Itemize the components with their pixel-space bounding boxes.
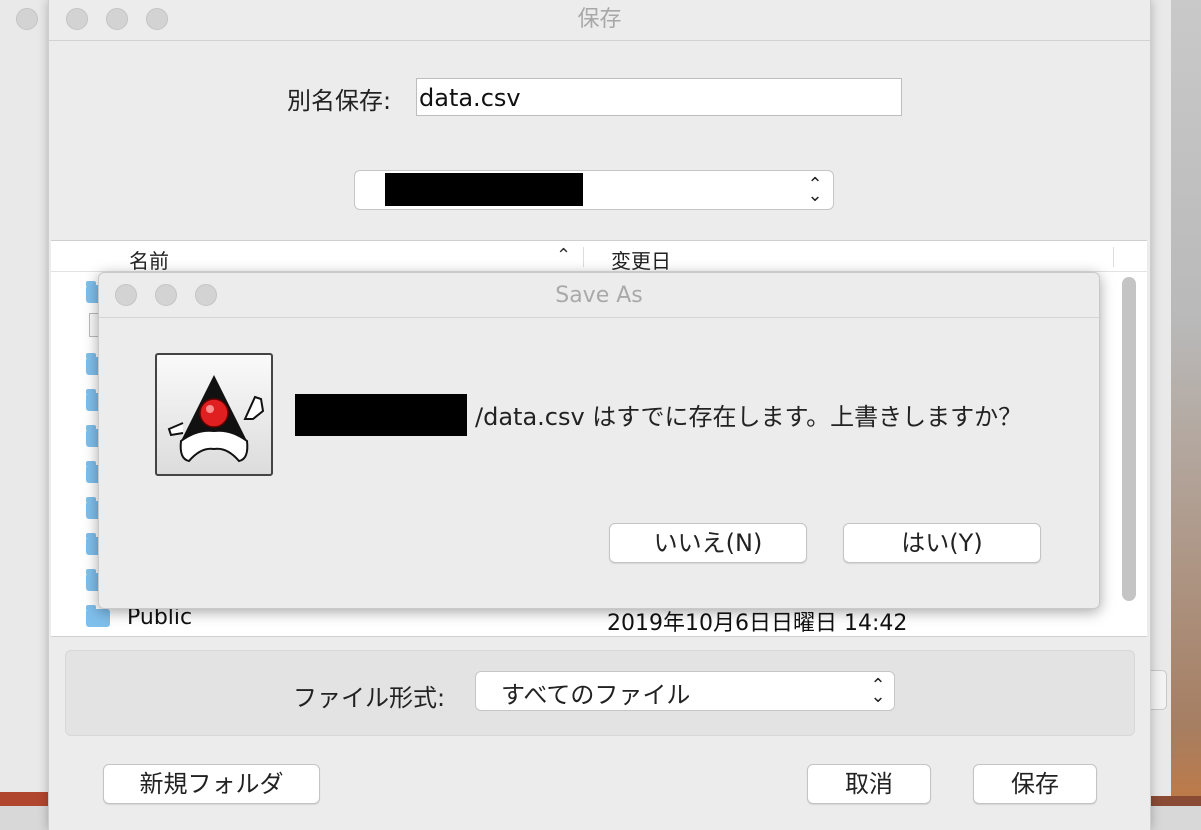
overwrite-confirm-dialog: Save As /data.csv はすでに存在します。上書きしますか？ いいえ… [98,272,1100,609]
file-format-popup[interactable]: すべてのファイル ⌃ ⌄ [475,671,895,711]
dialog-minimize-button[interactable] [155,284,177,306]
list-item-modified: 2019年10月6日日曜日 14:42 [607,611,908,636]
dialog-titlebar: Save As [99,273,1099,318]
save-panel-title: 保存 [577,7,622,32]
up-down-chevron-icon: ⌃ ⌄ [870,675,886,707]
dialog-title: Save As [555,283,643,308]
dialog-close-button[interactable] [115,284,137,306]
column-modified-header[interactable]: 変更日 [611,245,671,274]
background-window-close-button[interactable] [16,8,38,30]
public-folder-icon [86,605,110,627]
close-button[interactable] [66,8,88,30]
java-duke-icon [155,353,273,476]
yes-button[interactable]: はい(Y) [843,523,1041,563]
redacted-location [385,173,583,206]
column-divider [1113,247,1114,267]
cancel-button[interactable]: 取消 [807,764,931,804]
location-popup[interactable]: ⌃ ⌄ [354,170,834,210]
new-folder-button[interactable]: 新規フォルダ [103,764,320,804]
column-divider [583,247,584,267]
minimize-button[interactable] [106,8,128,30]
save-panel-titlebar: 保存 [49,0,1150,41]
filename-input[interactable] [416,78,902,116]
save-as-row: 別名保存: [49,78,1150,118]
redacted-path [295,394,467,436]
chevron-up-icon: ⌃ [556,245,572,266]
column-header: 名前 ⌃ 変更日 [51,241,1147,274]
dialog-zoom-button[interactable] [195,284,217,306]
zoom-button[interactable] [146,8,168,30]
file-format-label: ファイル形式: [293,684,446,712]
desktop-corner-left [0,792,48,806]
save-as-label: 別名保存: [287,87,392,115]
column-name-header[interactable]: 名前 [129,245,169,274]
file-format-group: ファイル形式: すべてのファイル ⌃ ⌄ [65,650,1135,736]
save-button[interactable]: 保存 [973,764,1097,804]
desktop-corner-right [1148,796,1201,806]
file-format-value: すべてのファイル [501,681,691,709]
no-button[interactable]: いいえ(N) [609,523,807,563]
desktop-background [1171,0,1201,806]
vertical-scrollbar[interactable] [1122,277,1136,601]
overwrite-message: /data.csv はすでに存在します。上書きしますか？ [475,403,1023,431]
up-down-chevron-icon: ⌃ ⌄ [807,174,823,206]
